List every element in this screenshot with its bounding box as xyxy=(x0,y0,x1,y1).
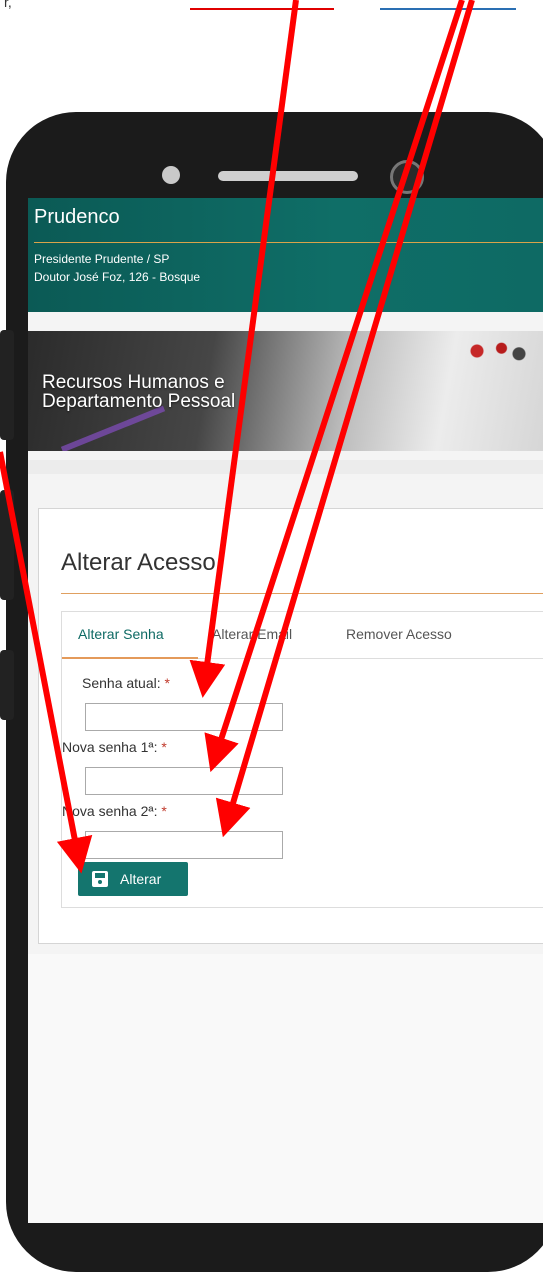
header-divider xyxy=(34,242,543,243)
current-password-field[interactable] xyxy=(85,703,283,731)
tab-remover-acesso[interactable]: Remover Acesso xyxy=(346,626,452,642)
tab-alterar-email[interactable]: Alterar Email xyxy=(212,626,292,642)
banner-decoration-dots xyxy=(463,337,533,365)
required-mark: * xyxy=(161,739,167,755)
new-password1-label: Nova senha 1ª: * xyxy=(62,739,167,755)
page-bottom-area xyxy=(28,954,543,1223)
banner-title-line2: Departamento Pessoal xyxy=(42,391,236,412)
app-header: Prudenco Presidente Prudente / SP Doutor… xyxy=(28,198,543,312)
power-button xyxy=(0,650,14,720)
front-camera-icon xyxy=(162,166,180,184)
new-password1-field[interactable] xyxy=(85,767,283,795)
new-password2-label-text: Nova senha 2ª: xyxy=(62,803,158,819)
top-text-fragment: r, xyxy=(4,0,12,10)
new-password2-field[interactable] xyxy=(85,831,283,859)
current-password-label: Senha atual: * xyxy=(82,675,170,691)
volume-down-button xyxy=(0,490,14,600)
new-password2-label: Nova senha 2ª: * xyxy=(62,803,167,819)
earpiece-speaker xyxy=(218,171,358,181)
new-password1-label-text: Nova senha 1ª: xyxy=(62,739,158,755)
org-city: Presidente Prudente / SP xyxy=(34,252,170,266)
change-access-card: Alterar Acesso Alterar Senha Alterar Ema… xyxy=(38,508,543,944)
submit-button-label: Alterar xyxy=(120,871,162,887)
section-divider xyxy=(28,460,543,474)
banner-decoration xyxy=(60,405,166,451)
phone-screen: Prudenco Presidente Prudente / SP Doutor… xyxy=(28,198,543,1223)
camera-lens-icon xyxy=(390,160,424,194)
save-icon xyxy=(92,871,108,887)
banner-title-line1: Recursos Humanos e xyxy=(42,372,225,393)
card-title-underline xyxy=(61,593,543,594)
card-title: Alterar Acesso xyxy=(61,549,216,576)
org-address: Doutor José Foz, 126 - Bosque xyxy=(34,270,201,284)
required-mark: * xyxy=(164,675,170,691)
tab-bar: Alterar Senha Alterar Email Remover Aces… xyxy=(61,611,543,659)
submit-alterar-button[interactable]: Alterar xyxy=(78,862,188,896)
change-password-panel: Senha atual: * Nova senha 1ª: * Nova sen… xyxy=(61,657,543,908)
banner-title: Recursos Humanos e Departamento Pessoal xyxy=(42,373,235,411)
required-mark: * xyxy=(161,803,167,819)
org-name: Prudenco xyxy=(34,206,120,228)
current-password-label-text: Senha atual: xyxy=(82,675,161,691)
top-red-underline xyxy=(190,0,334,10)
top-blue-underline xyxy=(380,0,516,10)
volume-up-button xyxy=(0,330,14,440)
section-banner: Recursos Humanos e Departamento Pessoal xyxy=(28,331,543,451)
tab-alterar-senha[interactable]: Alterar Senha xyxy=(78,626,164,642)
